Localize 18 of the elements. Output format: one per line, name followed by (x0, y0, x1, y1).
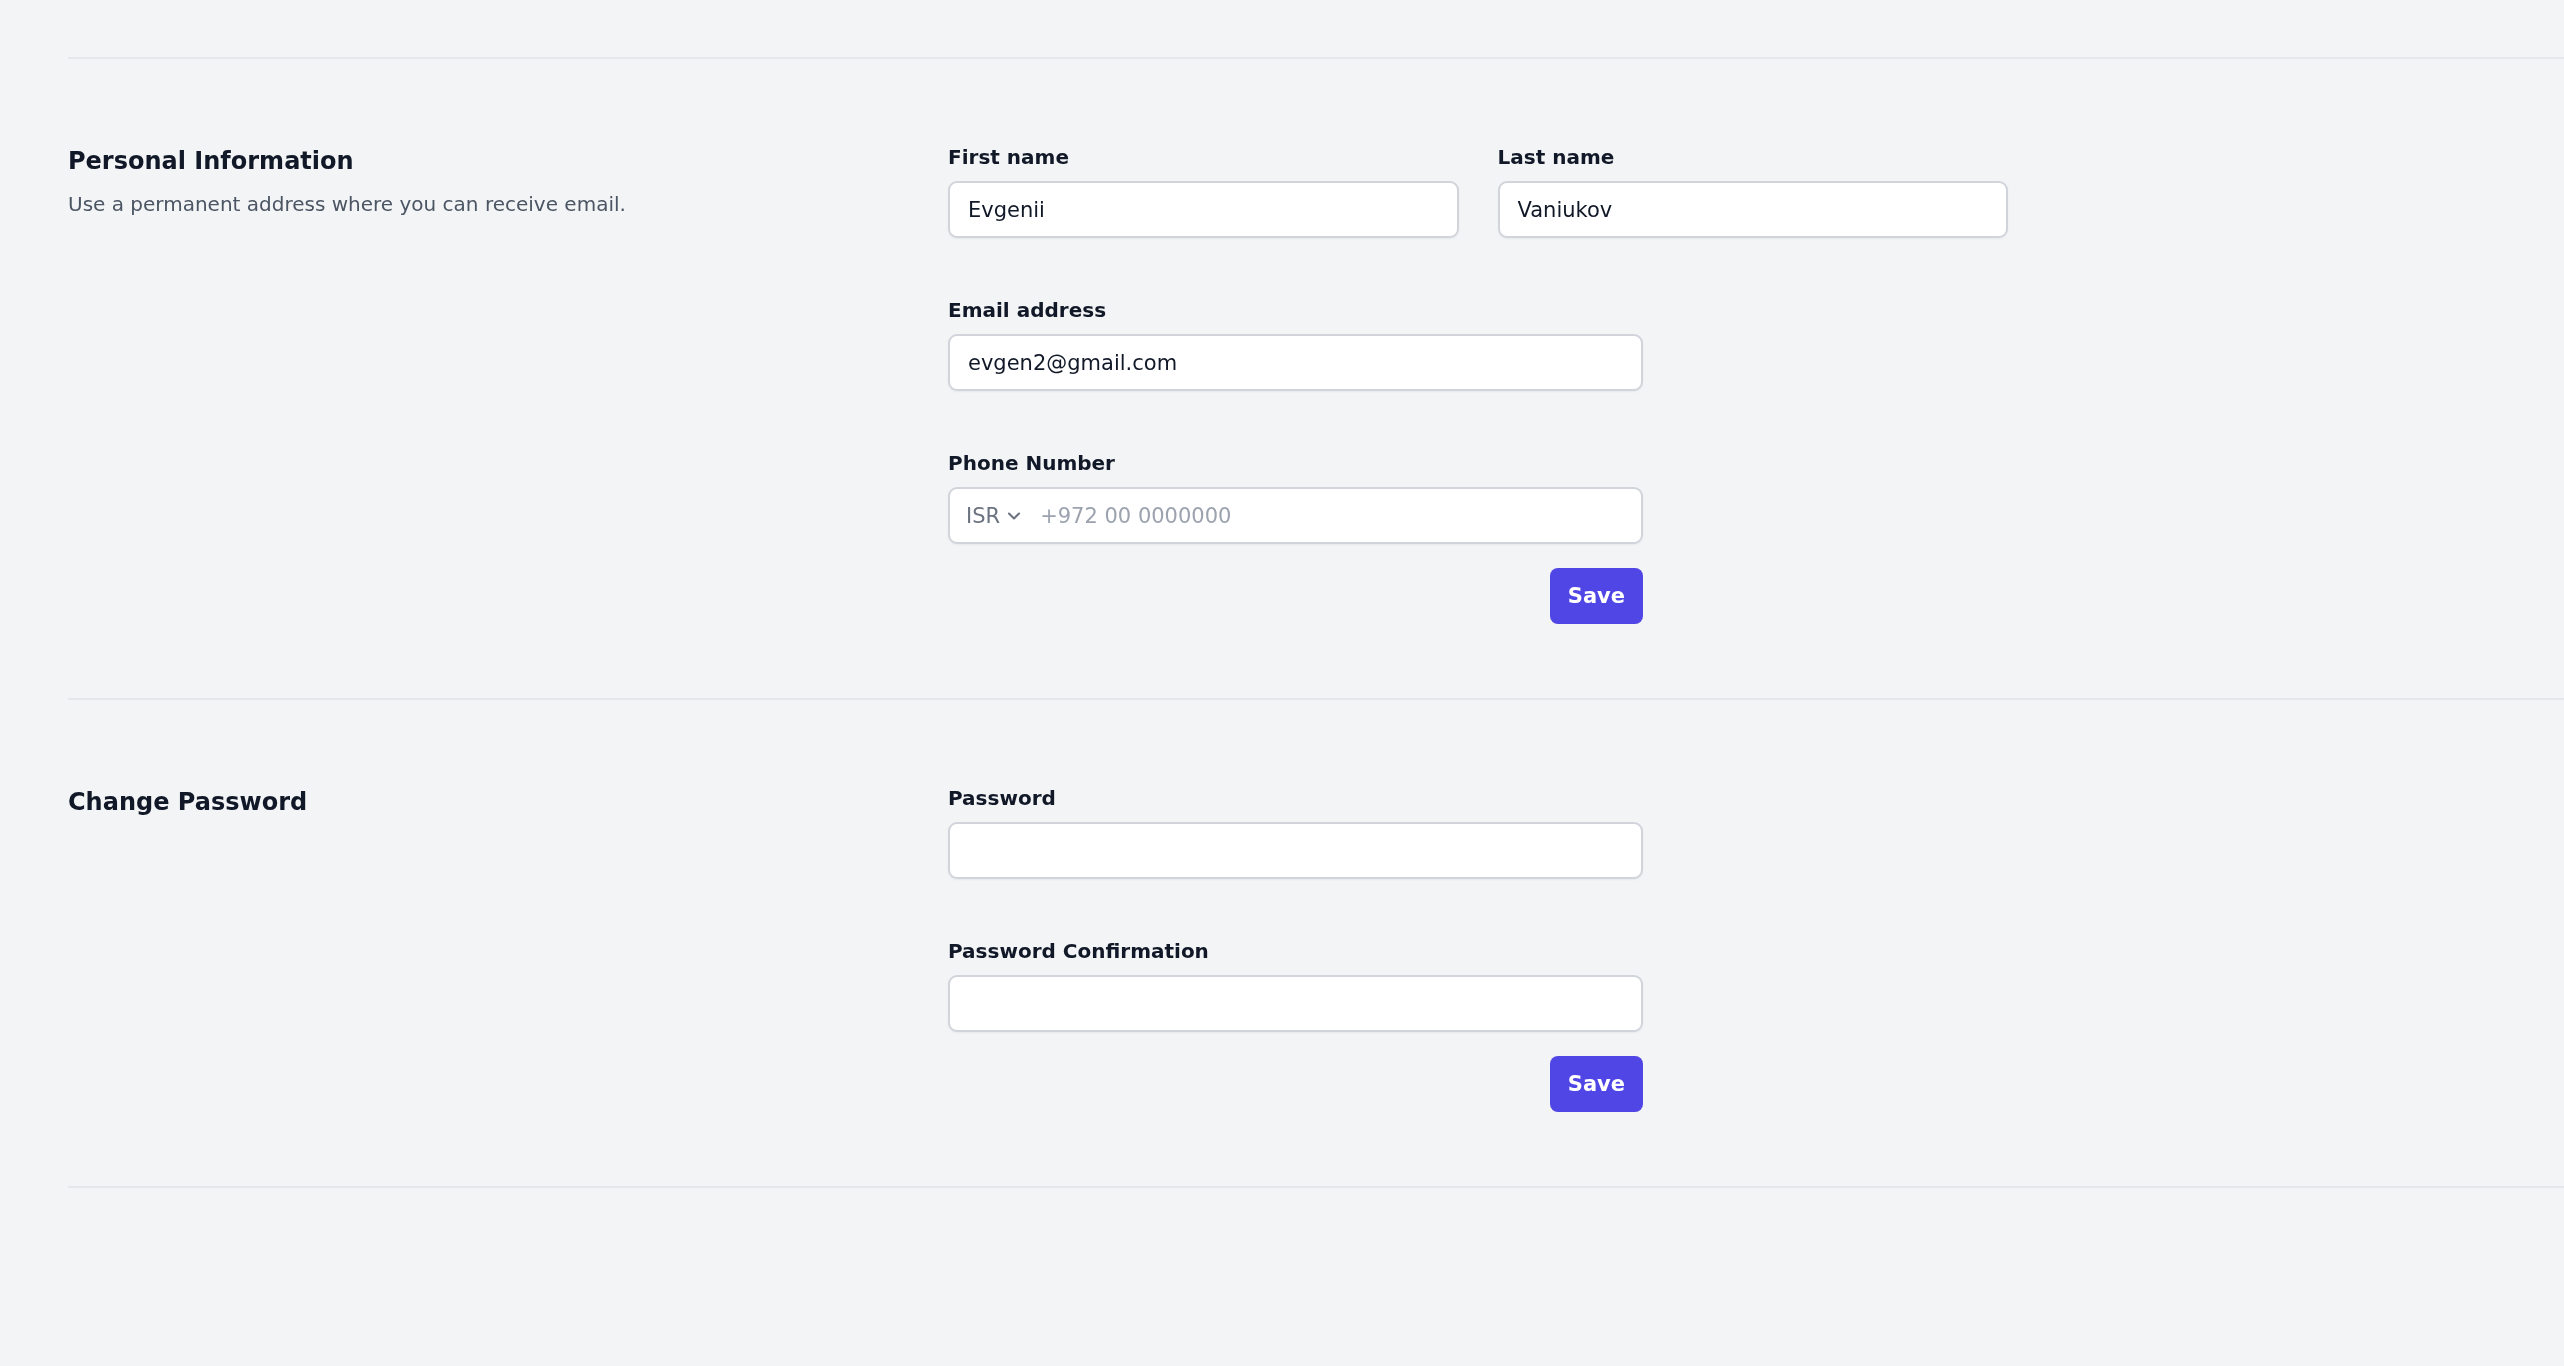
section-description: Use a permanent address where you can receive email. (68, 191, 627, 218)
section-title: Personal Information (68, 146, 355, 177)
text-field[interactable]: Vaniukov (1497, 181, 2008, 238)
text-field[interactable]: evgen2@gmail.com (948, 334, 1643, 391)
field-label: Email address (948, 298, 1108, 322)
field-label: Last name (1497, 145, 1616, 169)
save-button[interactable]: Save (1549, 1056, 1643, 1112)
section-title: Change Password (68, 787, 309, 818)
phone-field[interactable]: ISR +972 00 0000000 (948, 487, 1643, 544)
password-field[interactable] (948, 822, 1643, 879)
password-field[interactable] (948, 975, 1643, 1032)
field-label: First name (948, 145, 1070, 169)
field-label: Password (948, 786, 1057, 810)
text-field[interactable]: Evgenii (948, 181, 1459, 238)
field-label: Password Confirmation (948, 939, 1210, 963)
country-select[interactable]: ISR (966, 503, 1025, 528)
save-button[interactable]: Save (1549, 568, 1643, 624)
field-label: Phone Number (948, 451, 1116, 475)
